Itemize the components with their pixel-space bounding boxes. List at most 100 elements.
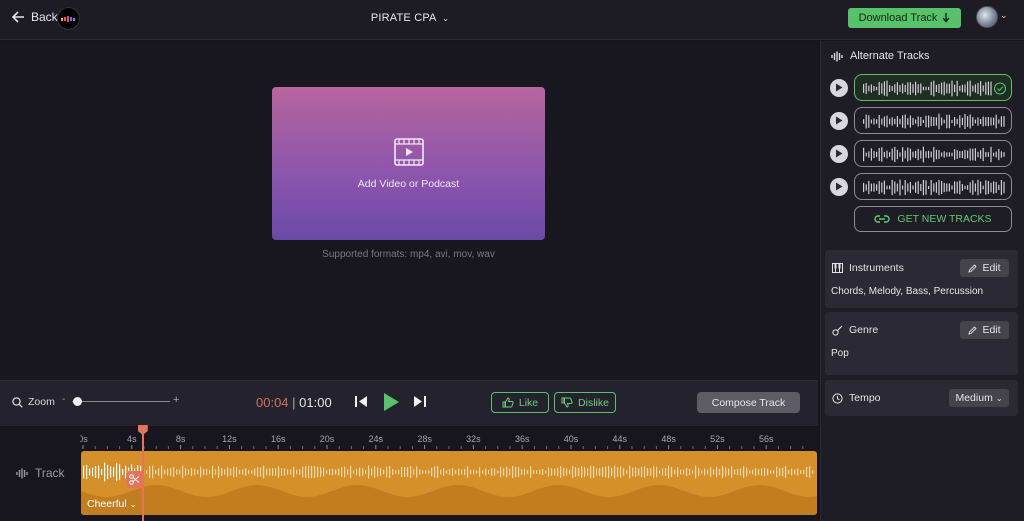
get-new-tracks-button[interactable]: GET NEW TRACKS (854, 206, 1012, 232)
edit-genre-button[interactable]: Edit (960, 321, 1009, 339)
dislike-button[interactable]: Dislike (554, 392, 616, 413)
zoom-label-group: Zoom (12, 396, 55, 408)
alternate-track-waveform[interactable] (854, 140, 1012, 167)
zoom-slider[interactable]: - + (62, 394, 182, 408)
preview-bar (891, 179, 893, 196)
preview-bar (889, 152, 891, 157)
ruler-tick-label: 52s (710, 434, 725, 444)
add-video-dropzone[interactable]: Add Video or Podcast (272, 87, 545, 240)
preview-bar (1003, 181, 1005, 194)
track-wave-bar (557, 467, 559, 477)
track-preview-waveform (863, 113, 1005, 130)
edit-instruments-button[interactable]: Edit (960, 259, 1009, 277)
zoom-track (72, 401, 170, 402)
track-wave-bar (341, 467, 343, 477)
mood-dropdown[interactable]: Cheerful ⌄ (87, 498, 136, 510)
preview-bar (865, 152, 867, 157)
track-wave-bar (500, 466, 502, 478)
track-wave-bar (332, 468, 334, 476)
track-wave-bar (743, 466, 745, 478)
preview-bar (868, 180, 870, 195)
track-wave-bar (545, 470, 547, 474)
play-track-button[interactable] (830, 144, 848, 163)
preview-bar (977, 179, 979, 196)
time-ruler[interactable]: 0s 4s 8s 12s 16s 20s 24s 28s 32s 36s 40s 44s 48s 52s 5… (80, 427, 818, 449)
play-button[interactable] (382, 392, 400, 417)
ruler-tick-label: 24s (369, 434, 384, 444)
track-wave-bar (170, 467, 172, 477)
track-wave-bar (248, 470, 250, 474)
track-wave-bar (707, 469, 709, 475)
preview-bar (938, 83, 940, 94)
track-wave-bar (272, 468, 274, 476)
preview-bar (977, 117, 979, 126)
preview-bar (948, 183, 950, 192)
preview-bar (943, 119, 945, 124)
preview-bar (907, 82, 909, 95)
track-wave-bar (449, 469, 451, 475)
preview-bar (904, 114, 906, 129)
track-wave-bar (173, 467, 175, 477)
track-wave-bar (470, 469, 472, 475)
track-wave-bar (494, 468, 496, 476)
preview-bar (961, 84, 963, 93)
total-time: 01:00 (299, 395, 332, 410)
like-button[interactable]: Like (491, 392, 549, 413)
next-button[interactable] (413, 395, 427, 413)
preview-bar (982, 116, 984, 127)
preview-bar (961, 117, 963, 126)
split-button[interactable] (126, 471, 143, 488)
preview-bar (899, 85, 901, 92)
zoom-plus[interactable]: + (173, 394, 179, 406)
track-preview-waveform (863, 179, 1005, 196)
preview-bar (920, 116, 922, 127)
track-wave-bar (440, 469, 442, 475)
track-wave-bar (191, 467, 193, 477)
track-clip[interactable] (81, 451, 817, 515)
preview-bar (956, 80, 958, 97)
track-wave-bar (728, 468, 730, 476)
track-wave-bar (452, 468, 454, 476)
play-track-button[interactable] (830, 111, 848, 130)
avatar[interactable] (976, 6, 998, 28)
track-wave-bar (419, 469, 421, 475)
track-wave-bar (758, 469, 760, 475)
track-wave-bar (311, 465, 313, 479)
preview-bar (886, 115, 888, 128)
track-wave-bar (539, 469, 541, 475)
ruler-tick-label: 56s (759, 434, 774, 444)
alternate-track-waveform[interactable] (854, 173, 1012, 200)
preview-bar (904, 150, 906, 159)
preview-bar (925, 151, 927, 158)
preview-bar (922, 179, 924, 196)
download-track-button[interactable]: Download Track (848, 8, 961, 28)
compose-track-button[interactable]: Compose Track (697, 392, 800, 413)
project-title-dropdown[interactable]: PIRATE CPA ⌄ (0, 12, 820, 24)
preview-bar (954, 116, 956, 127)
track-wave-bar (401, 466, 403, 478)
preview-bar (909, 82, 911, 95)
supported-formats-text: Supported formats: mp4, avi, mov, wav (322, 249, 495, 260)
play-track-button[interactable] (830, 177, 848, 196)
preview-bar (881, 118, 883, 125)
preview-bar (876, 184, 878, 191)
alternate-track-waveform[interactable] (854, 74, 1012, 101)
zoom-minus[interactable]: - (62, 394, 65, 405)
waveform-icon (16, 468, 28, 478)
track-wave-bar (92, 467, 94, 477)
previous-button[interactable] (354, 395, 368, 413)
preview-bar (935, 182, 937, 193)
track-wave-bar (491, 468, 493, 476)
alternate-track-waveform[interactable] (854, 107, 1012, 134)
preview-bar (894, 118, 896, 125)
edit-label: Edit (982, 324, 1001, 336)
track-wave-bar (611, 467, 613, 477)
track-wave-bar (275, 468, 277, 476)
play-track-button[interactable] (830, 78, 848, 97)
track-wave-bar (122, 468, 124, 476)
tempo-select[interactable]: Medium ⌄ (949, 389, 1009, 407)
zoom-handle[interactable] (72, 397, 82, 406)
preview-bar (883, 116, 885, 127)
chevron-down-icon[interactable]: ⌄ (1000, 10, 1008, 21)
track-wave-bar (740, 468, 742, 476)
